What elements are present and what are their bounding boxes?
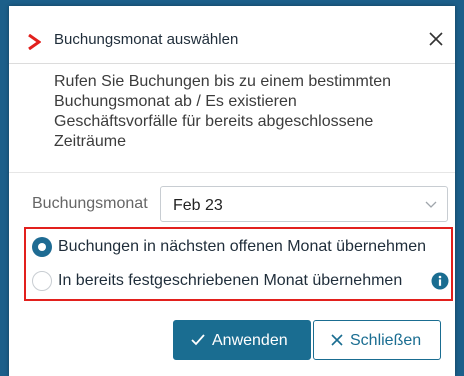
option-label: Buchungen in nächsten offenen Monat über… <box>58 238 426 255</box>
chevron-down-icon <box>425 201 437 208</box>
x-icon <box>331 334 343 346</box>
option-label: In bereits festgeschriebenen Monat übern… <box>58 272 403 289</box>
option-next-open-month[interactable]: Buchungen in nächsten offenen Monat über… <box>28 233 448 261</box>
radio-unchecked[interactable] <box>32 271 52 291</box>
message-line: Buchungsmonat ab / Es existieren <box>54 93 297 110</box>
chevron-right-icon <box>28 34 41 50</box>
check-icon <box>191 334 205 346</box>
info-icon[interactable] <box>431 272 449 290</box>
booking-month-dialog: Buchungsmonat auswählen Rufen Sie Buchun… <box>9 6 455 376</box>
close-button[interactable]: Schließen <box>313 320 441 360</box>
dialog-title: Buchungsmonat auswählen <box>54 31 239 48</box>
apply-button[interactable]: Anwenden <box>173 320 311 360</box>
dialog-message: Rufen Sie Buchungen bis zu einem bestimm… <box>54 72 434 152</box>
message-line: Rufen Sie Buchungen bis zu einem bestimm… <box>54 73 392 90</box>
message-line: Geschäftsvorfälle für bereits abgeschlos… <box>54 113 374 130</box>
booking-month-value: Feb 23 <box>173 197 223 214</box>
dialog-header: Buchungsmonat auswählen <box>9 6 455 64</box>
close-icon[interactable] <box>426 29 446 49</box>
apply-label: Anwenden <box>212 332 288 349</box>
booking-month-label: Buchungsmonat <box>32 195 148 212</box>
radio-checked[interactable] <box>32 237 52 257</box>
message-line: Zeiträume <box>54 133 127 150</box>
divider <box>9 172 455 173</box>
booking-month-select[interactable]: Feb 23 <box>160 186 448 222</box>
option-closed-month[interactable]: In bereits festgeschriebenen Monat übern… <box>28 267 449 295</box>
close-label: Schließen <box>350 332 422 349</box>
